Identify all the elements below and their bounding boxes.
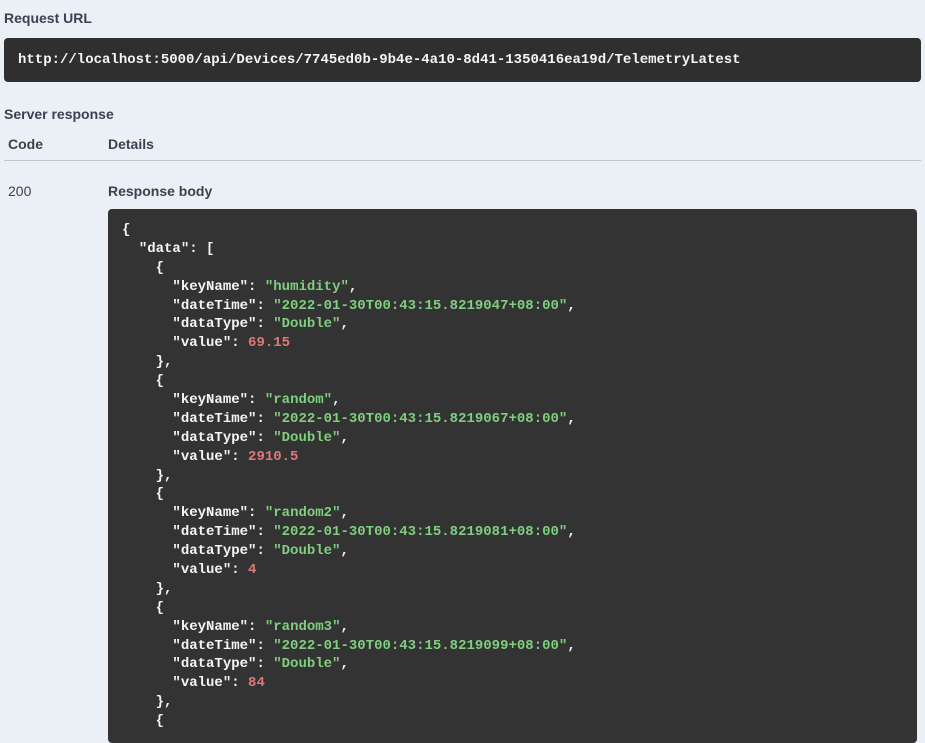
server-response-label: Server response — [0, 96, 925, 130]
response-body-label: Response body — [108, 183, 917, 199]
response-body-json[interactable]: { "data": [ { "keyName": "humidity", "da… — [108, 209, 917, 743]
header-details: Details — [108, 136, 917, 152]
header-code: Code — [8, 136, 108, 152]
request-url-label: Request URL — [0, 0, 925, 34]
response-details: Response body { "data": [ { "keyName": "… — [108, 183, 917, 743]
response-row: 200 Response body { "data": [ { "keyName… — [4, 161, 921, 743]
request-url-value[interactable]: http://localhost:5000/api/Devices/7745ed… — [4, 38, 921, 82]
response-code: 200 — [8, 183, 108, 743]
response-table-header: Code Details — [4, 130, 921, 161]
